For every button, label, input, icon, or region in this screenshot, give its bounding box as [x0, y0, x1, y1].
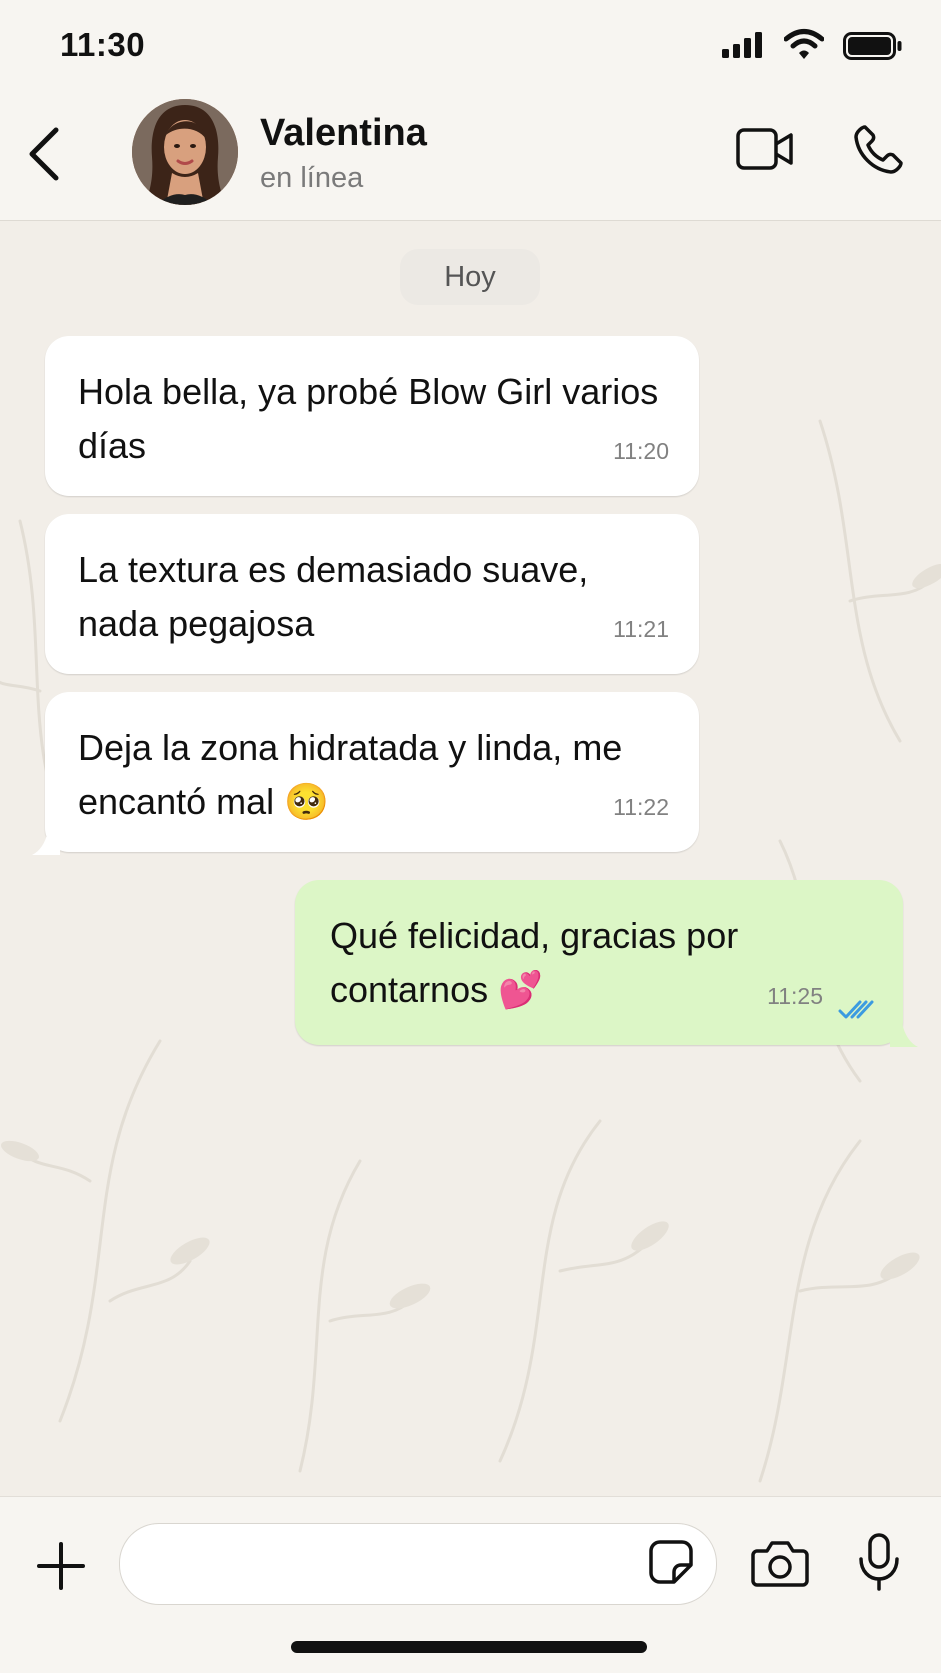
message-text: Hola bella, ya probé Blow Girl varios dí…	[78, 371, 659, 466]
chat-area[interactable]: Hoy Hola bella, ya probé Blow Girl vario…	[0, 221, 941, 1496]
status-time: 11:30	[60, 26, 146, 63]
message-bubble-incoming[interactable]: Deja la zona hidratada y linda, me encan…	[45, 692, 699, 852]
date-chip: Hoy	[400, 249, 540, 305]
message-bubble-incoming[interactable]: La textura es demasiado suave, nada pega…	[45, 514, 699, 674]
message-bubble-incoming[interactable]: Hola bella, ya probé Blow Girl varios dí…	[45, 336, 699, 496]
status-bar: 11:30	[0, 0, 941, 92]
microphone-icon[interactable]	[857, 1533, 901, 1591]
message-time: 11:25	[767, 983, 823, 1009]
contact-status: en línea	[260, 162, 364, 194]
camera-icon[interactable]	[751, 1539, 809, 1587]
video-call-icon[interactable]	[736, 128, 794, 170]
message-time: 11:22	[613, 794, 669, 820]
message-input-field[interactable]	[119, 1523, 717, 1605]
wifi-icon	[784, 29, 824, 59]
signal-icon	[722, 32, 762, 58]
home-indicator	[291, 1641, 647, 1653]
battery-icon	[843, 32, 902, 60]
message-text: Deja la zona hidratada y linda, me encan…	[78, 727, 623, 822]
message-input[interactable]	[150, 1542, 634, 1588]
sticker-icon[interactable]	[648, 1539, 694, 1585]
message-time: 11:21	[613, 616, 669, 642]
contact-name[interactable]: Valentina	[260, 112, 427, 155]
plus-icon[interactable]	[36, 1541, 86, 1591]
message-time: 11:20	[613, 438, 669, 464]
message-bubble-outgoing[interactable]: Qué felicidad, gracias por contarnos 💕 1…	[295, 880, 903, 1045]
chat-header: Valentina en línea	[0, 92, 941, 221]
avatar[interactable]	[132, 99, 238, 205]
message-text: La textura es demasiado suave, nada pega…	[78, 549, 589, 644]
double-check-icon	[838, 1000, 874, 1019]
phone-icon[interactable]	[852, 124, 904, 176]
back-icon[interactable]	[26, 126, 62, 182]
avatar-image	[132, 99, 238, 205]
bubble-tail	[32, 827, 60, 855]
bubble-tail	[890, 1019, 918, 1047]
